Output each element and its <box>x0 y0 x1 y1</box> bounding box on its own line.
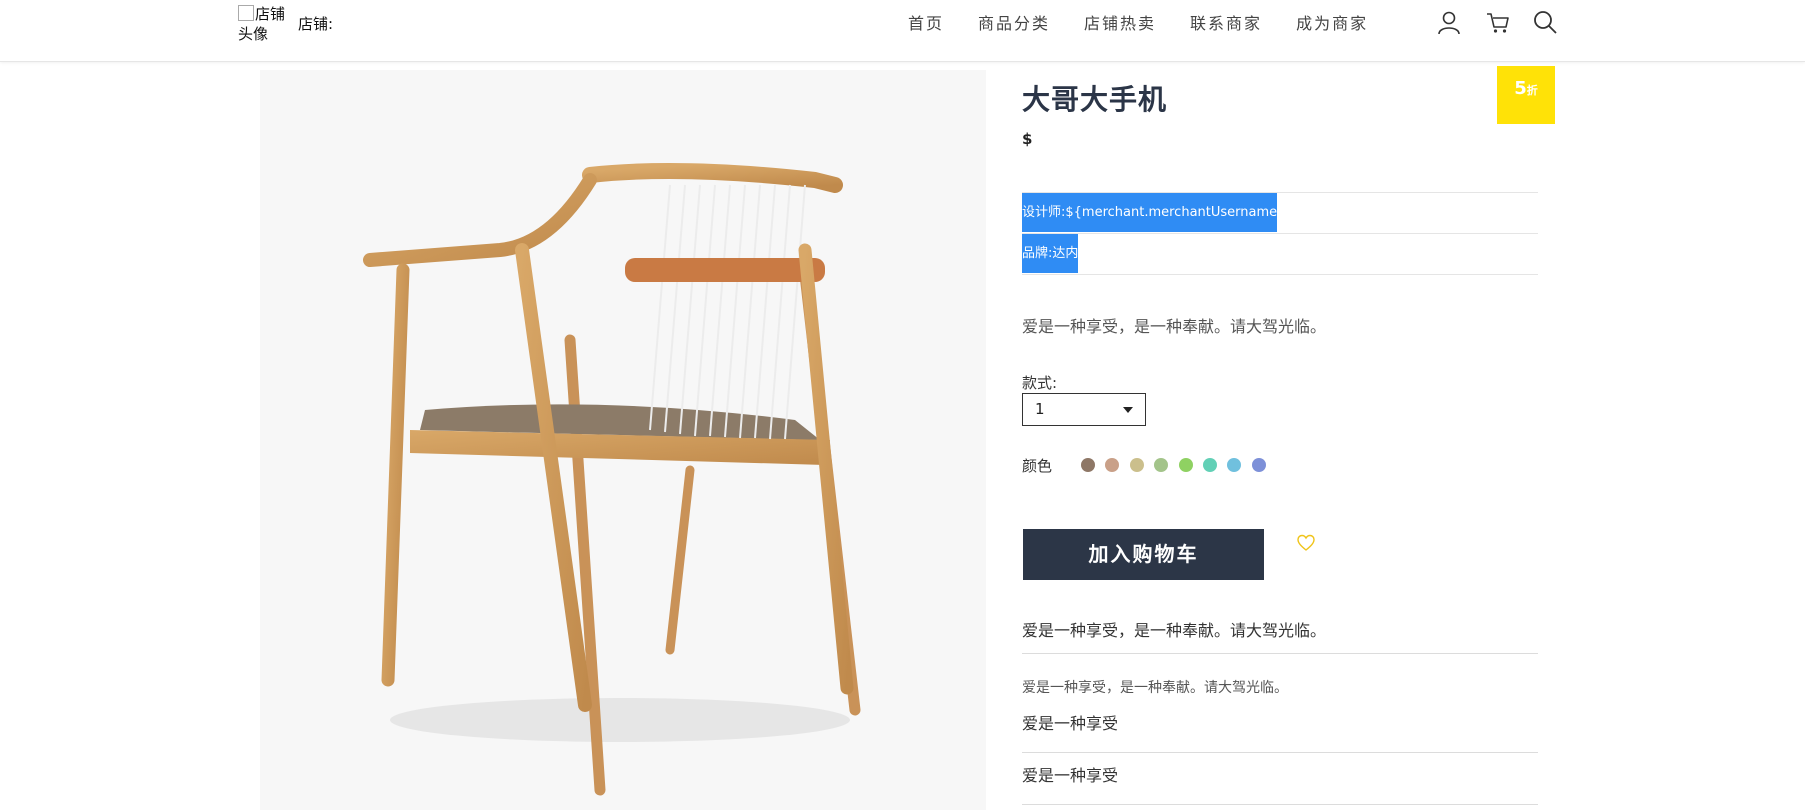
color-swatch[interactable] <box>1178 458 1193 472</box>
style-label: 款式: <box>1022 374 1058 392</box>
color-swatch[interactable] <box>1251 458 1266 472</box>
color-swatch[interactable] <box>1202 458 1217 472</box>
color-swatch[interactable] <box>1129 458 1144 472</box>
list-item: 爱是一种享受 <box>1022 710 1538 753</box>
nav-hot-sales[interactable]: 店铺热卖 <box>1084 10 1156 34</box>
product-summary: 爱是一种享受，是一种奉献。请大驾光临。 <box>1022 617 1538 654</box>
nav-categories[interactable]: 商品分类 <box>978 10 1050 34</box>
designer-text: 设计师:${merchant.merchantUsername <box>1022 193 1278 232</box>
search-icon[interactable] <box>1532 9 1558 35</box>
product-summary-small: 爱是一种享受，是一种奉献。请大驾光临。 <box>1022 680 1288 696</box>
product-description: 爱是一种享受，是一种奉献。请大驾光临。 <box>1022 317 1327 336</box>
product-title: 大哥大手机 <box>1022 83 1168 116</box>
store-label: 店铺: <box>298 15 334 33</box>
nav-home[interactable]: 首页 <box>908 10 944 34</box>
cart-icon[interactable] <box>1485 9 1511 35</box>
discount-badge: 5折 <box>1497 66 1555 124</box>
store-avatar: 店铺头像 <box>238 4 298 44</box>
heart-icon[interactable] <box>1297 534 1315 552</box>
discount-value: 5 <box>1514 78 1527 99</box>
designer-row: 设计师:${merchant.merchantUsername <box>1022 192 1538 233</box>
top-header: 店铺头像 店铺: 首页 商品分类 店铺热卖 联系商家 成为商家 <box>0 0 1805 62</box>
list-item: 爱是一种享受 <box>1022 762 1538 805</box>
product-price: $ <box>1022 130 1033 148</box>
add-to-cart-button[interactable]: 加入购物车 <box>1023 529 1264 580</box>
color-swatches <box>1081 458 1276 472</box>
style-select-value: 1 <box>1035 400 1045 418</box>
chair-illustration <box>260 70 986 810</box>
style-select[interactable]: 1 <box>1022 393 1146 426</box>
product-image <box>260 70 986 810</box>
discount-unit: 折 <box>1526 84 1538 97</box>
color-swatch[interactable] <box>1105 458 1120 472</box>
color-swatch[interactable] <box>1154 458 1169 472</box>
user-icon[interactable] <box>1436 9 1462 35</box>
color-label: 颜色 <box>1022 457 1053 475</box>
broken-image-icon <box>238 5 254 21</box>
nav-become-merchant[interactable]: 成为商家 <box>1296 10 1368 34</box>
main-nav: 首页 商品分类 店铺热卖 联系商家 成为商家 <box>908 10 1402 34</box>
color-swatch[interactable] <box>1081 458 1095 472</box>
brand-row: 品牌:达内 <box>1022 233 1538 275</box>
chevron-down-icon <box>1123 407 1133 413</box>
nav-contact-merchant[interactable]: 联系商家 <box>1190 10 1262 34</box>
color-swatch[interactable] <box>1227 458 1242 472</box>
brand-text: 品牌:达内 <box>1022 234 1079 273</box>
